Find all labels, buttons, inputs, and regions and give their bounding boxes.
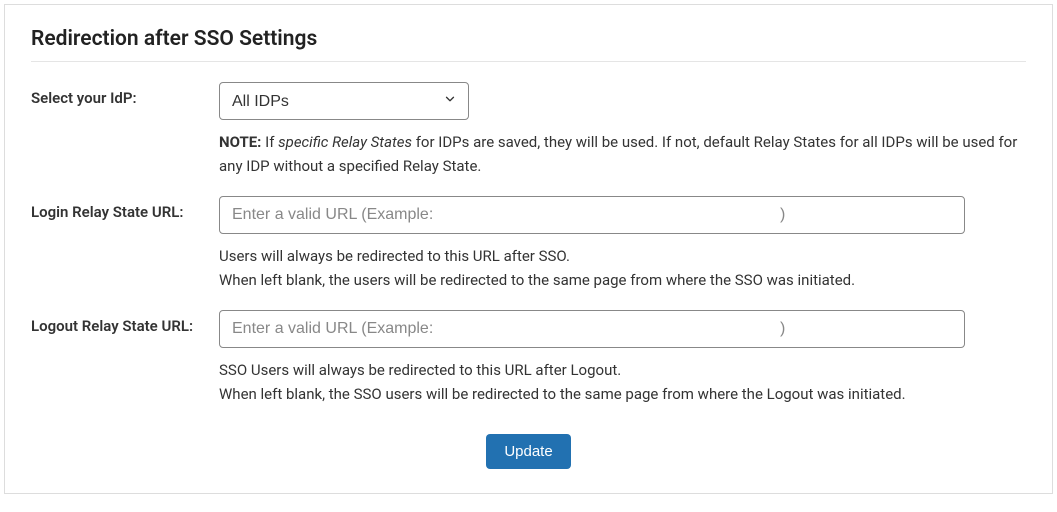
select-idp[interactable]: All IDPs xyxy=(219,82,469,120)
logout-help-line1: SSO Users will always be redirected to t… xyxy=(219,358,1026,382)
row-select-idp: Select your IdP: All IDPs NOTE: If speci… xyxy=(31,82,1026,178)
idp-note-italic: specific Relay States xyxy=(278,133,412,151)
button-row: Update xyxy=(31,434,1026,469)
label-logout-relay: Logout Relay State URL: xyxy=(31,310,219,335)
row-logout-relay: Logout Relay State URL: SSO Users will a… xyxy=(31,310,1026,406)
input-login-relay[interactable] xyxy=(219,196,965,234)
label-login-relay: Login Relay State URL: xyxy=(31,196,219,221)
panel-title: Redirection after SSO Settings xyxy=(31,27,1026,51)
row-login-relay: Login Relay State URL: Users will always… xyxy=(31,196,1026,292)
input-logout-relay[interactable] xyxy=(219,310,965,348)
login-help: Users will always be redirected to this … xyxy=(219,244,1026,292)
idp-note: NOTE: If specific Relay States for IDPs … xyxy=(219,130,1026,178)
logout-help: SSO Users will always be redirected to t… xyxy=(219,358,1026,406)
control-wrap-login-relay: Users will always be redirected to this … xyxy=(219,196,1026,292)
login-help-line1: Users will always be redirected to this … xyxy=(219,244,1026,268)
label-select-idp: Select your IdP: xyxy=(31,82,219,107)
logout-help-line2: When left blank, the SSO users will be r… xyxy=(219,382,1026,406)
separator xyxy=(31,61,1026,62)
login-help-line2: When left blank, the users will be redir… xyxy=(219,268,1026,292)
sso-redirection-settings-panel: Redirection after SSO Settings Select yo… xyxy=(4,4,1053,494)
select-idp-wrap: All IDPs xyxy=(219,82,469,120)
idp-note-label: NOTE: xyxy=(219,133,261,151)
update-button[interactable]: Update xyxy=(486,434,570,469)
idp-note-prefix: If xyxy=(261,133,278,151)
control-wrap-select-idp: All IDPs NOTE: If specific Relay States … xyxy=(219,82,1026,178)
control-wrap-logout-relay: SSO Users will always be redirected to t… xyxy=(219,310,1026,406)
